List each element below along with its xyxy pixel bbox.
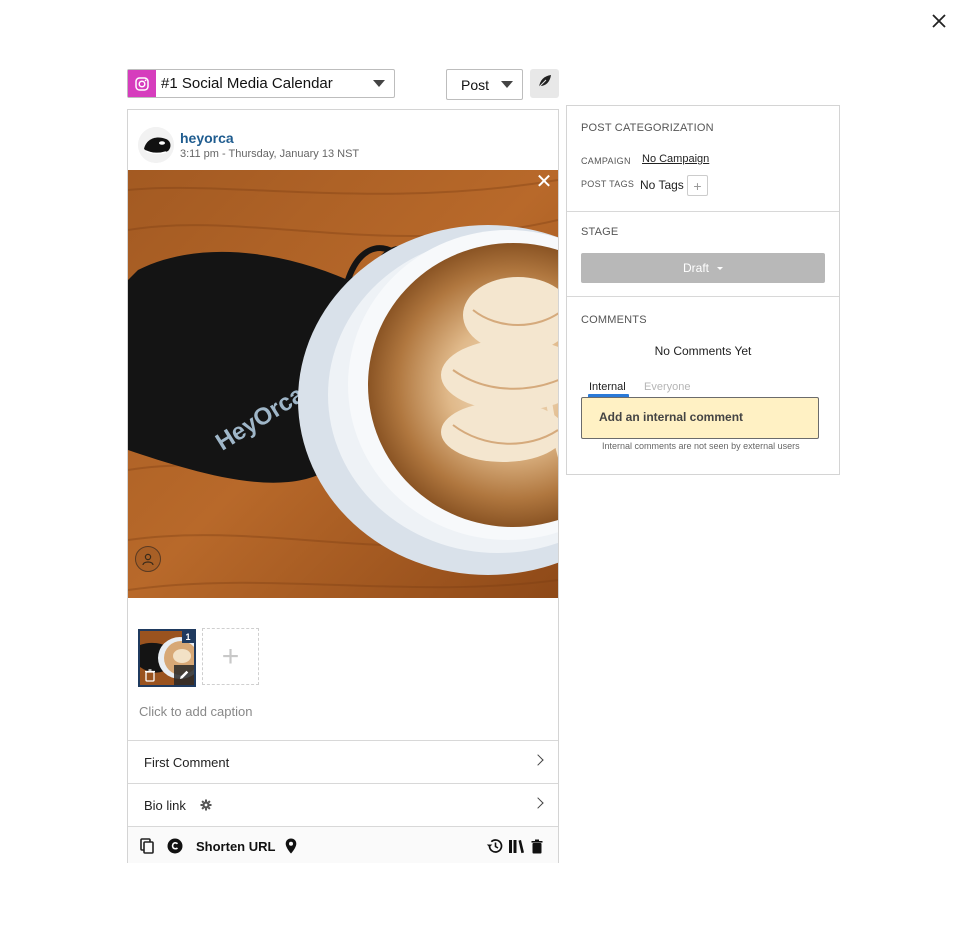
- copyright-icon[interactable]: [166, 837, 184, 855]
- copy-icon[interactable]: [138, 837, 156, 855]
- caption-input[interactable]: Click to add caption: [139, 704, 252, 719]
- shorten-url-button[interactable]: Shorten URL: [196, 839, 275, 854]
- user-tag-icon[interactable]: [135, 546, 161, 572]
- internal-comment-input[interactable]: Add an internal comment: [581, 397, 819, 439]
- chevron-right-icon: [532, 797, 544, 809]
- plus-icon: +: [693, 177, 702, 194]
- media-thumbnail[interactable]: 1: [138, 629, 196, 687]
- leaf-button[interactable]: [530, 69, 559, 98]
- categorization-title: POST CATEGORIZATION: [581, 122, 714, 134]
- calendar-select[interactable]: #1 Social Media Calendar: [127, 69, 395, 98]
- post-preview-card: heyorca 3:11 pm - Thursday, January 13 N…: [127, 109, 559, 863]
- add-tag-button[interactable]: +: [687, 175, 708, 196]
- chevron-right-icon: [532, 754, 544, 766]
- post-type-label: Post: [461, 76, 490, 93]
- stage-dropdown[interactable]: Draft: [581, 253, 825, 283]
- no-comments-text: No Comments Yet: [654, 344, 752, 358]
- stage-title: STAGE: [581, 226, 619, 238]
- remove-image-icon[interactable]: ✕: [536, 172, 553, 192]
- instagram-icon: [128, 70, 156, 97]
- calendar-select-label: #1 Social Media Calendar: [161, 75, 333, 92]
- leaf-icon: [537, 73, 553, 94]
- edit-icon[interactable]: [174, 665, 194, 685]
- bio-link-row[interactable]: Bio link: [128, 783, 558, 826]
- bio-link-label: Bio link: [144, 797, 186, 813]
- comment-hint: Internal comments are not seen by extern…: [602, 441, 800, 451]
- trash-icon[interactable]: [528, 837, 546, 855]
- categorization-section: POST CATEGORIZATION CAMPAIGN No Campaign…: [567, 106, 839, 212]
- comments-title: COMMENTS: [581, 314, 647, 326]
- post-toolbar: Shorten URL: [128, 826, 558, 863]
- caret-down-icon: [501, 81, 513, 88]
- first-comment-label: First Comment: [144, 754, 230, 770]
- thumbnail-order-badge: 1: [182, 631, 194, 643]
- account-username[interactable]: heyorca: [180, 130, 234, 146]
- first-comment-row[interactable]: First Comment: [128, 740, 558, 783]
- campaign-label: CAMPAIGN: [581, 156, 631, 166]
- avatar: [138, 127, 174, 163]
- location-pin-icon[interactable]: [282, 837, 300, 855]
- plus-icon: +: [221, 639, 240, 673]
- gear-icon[interactable]: [200, 799, 212, 811]
- history-icon[interactable]: [485, 837, 503, 855]
- post-type-select[interactable]: Post: [446, 69, 523, 100]
- post-details-sidebar: POST CATEGORIZATION CAMPAIGN No Campaign…: [566, 105, 840, 475]
- post-image: HeyOrca!: [128, 170, 558, 598]
- trash-icon[interactable]: [143, 668, 157, 682]
- tab-internal[interactable]: Internal: [589, 381, 626, 393]
- post-tags-value: No Tags: [640, 178, 684, 192]
- post-timestamp: 3:11 pm - Thursday, January 13 NST: [180, 148, 360, 160]
- campaign-link[interactable]: No Campaign: [642, 153, 709, 165]
- tab-everyone[interactable]: Everyone: [644, 381, 690, 393]
- stage-value: Draft: [682, 261, 709, 275]
- close-icon[interactable]: [926, 8, 952, 34]
- post-tags-label: POST TAGS: [581, 179, 635, 189]
- caret-down-icon: [717, 266, 723, 270]
- caret-down-icon: [373, 80, 385, 87]
- add-media-button[interactable]: +: [202, 628, 259, 685]
- library-icon[interactable]: [507, 837, 525, 855]
